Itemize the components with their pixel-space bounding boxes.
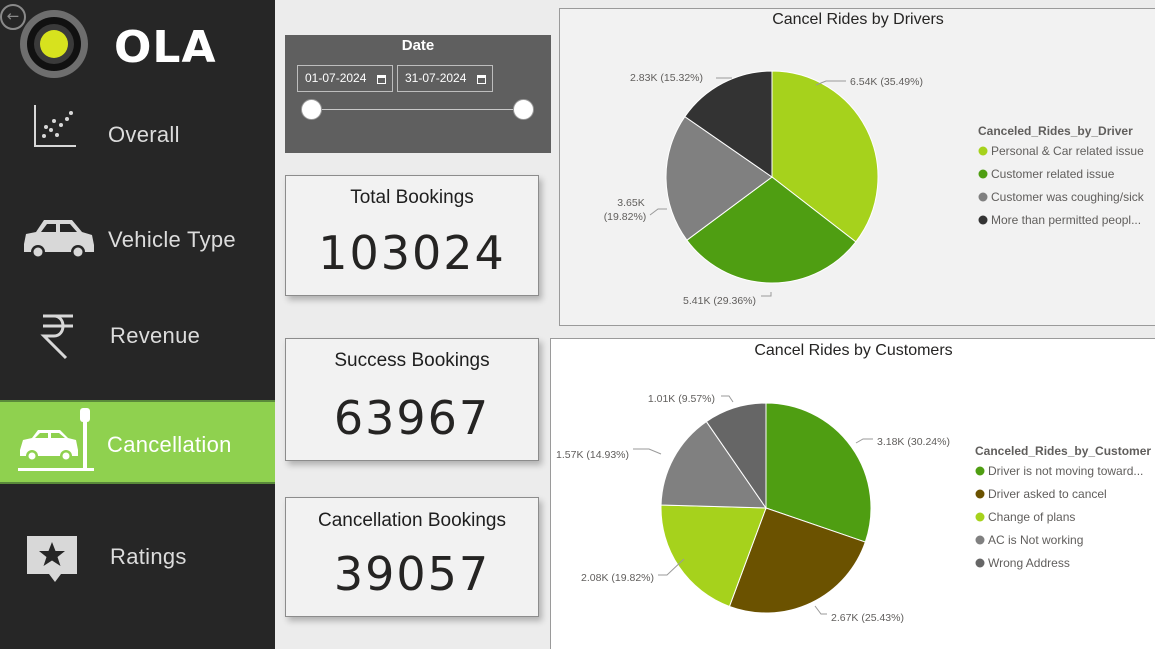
customers-pie-chart: 3.18K (30.24%) 2.67K (25.43%) 2.08K (19.82… [556, 393, 1151, 624]
leader-line [814, 605, 827, 615]
legend-item[interactable]: Customer was coughing/sick [991, 190, 1145, 204]
total-bookings-card: Total Bookings 103024 [285, 175, 539, 296]
legend-marker [975, 558, 985, 568]
legend-marker [978, 192, 988, 202]
calendar-icon[interactable] [377, 75, 386, 84]
success-bookings-card: Success Bookings 63967 [285, 338, 539, 461]
data-label: 5.41K (29.36%) [683, 295, 756, 307]
nav-overall[interactable]: Overall [0, 93, 275, 175]
date-range-end-handle[interactable] [513, 99, 534, 120]
nav-ratings[interactable]: Ratings [0, 514, 275, 596]
data-label: (19.82%) [604, 211, 647, 223]
legend-marker [975, 512, 985, 522]
legend-marker [978, 146, 988, 156]
legend-item[interactable]: Change of plans [988, 510, 1075, 524]
cancellation-bookings-card: Cancellation Bookings 39057 [285, 497, 539, 617]
calendar-icon[interactable] [477, 75, 486, 84]
data-label: 2.83K (15.32%) [630, 72, 703, 84]
legend-marker [975, 535, 985, 545]
data-label: 3.18K (30.24%) [877, 436, 950, 448]
nav-vehicle-type[interactable]: Vehicle Type [0, 198, 275, 280]
legend-item[interactable]: Customer related issue [991, 167, 1115, 181]
sidebar: ← OLA Overall Vehicle Type Revenue Cance… [0, 0, 275, 649]
data-label: 3.65K [617, 197, 644, 209]
date-range-start-handle[interactable] [301, 99, 322, 120]
nav-vehicle-type-label: Vehicle Type [108, 227, 236, 252]
cancellation-bookings-value: 39057 [333, 547, 491, 601]
data-label: 6.54K (35.49%) [850, 76, 923, 88]
nav-ratings-label: Ratings [110, 544, 187, 569]
legend-item[interactable]: Wrong Address [988, 556, 1070, 570]
drivers-chart-panel: Cancel Rides by Drivers 6.54K (35.49%) 5.… [559, 8, 1155, 326]
legend-marker [975, 466, 985, 476]
legend-item[interactable]: Personal & Car related issue [991, 144, 1144, 158]
customers-chart-panel: Cancel Rides by Customers 3.18K (30.24%)… [550, 338, 1155, 649]
nav-revenue-label: Revenue [110, 323, 201, 348]
leader-line [649, 208, 667, 216]
legend-title: Canceled_Rides_by_Driver [978, 124, 1133, 138]
nav-cancellation-label: Cancellation [107, 432, 232, 457]
legend-marker [978, 215, 988, 225]
drivers-pie-chart: 6.54K (35.49%) 5.41K (29.36%) 3.65K (19.82%… [604, 70, 1145, 307]
car-icon [24, 220, 94, 259]
cancellation-bookings-label: Cancellation Bookings [317, 510, 506, 531]
scatter-chart-icon [34, 105, 76, 147]
data-label: 1.57K (14.93%) [556, 449, 629, 461]
total-bookings-value: 103024 [318, 226, 506, 280]
end-date-value: 31-07-2024 [405, 71, 467, 85]
car-parking-meter-icon [18, 408, 94, 471]
legend-item[interactable]: Driver is not moving toward... [988, 464, 1143, 478]
logo-text: OLA [114, 22, 217, 73]
date-filter: Date 01-07-2024 31-07-2024 [285, 35, 551, 153]
total-bookings-label: Total Bookings [350, 187, 474, 208]
star-review-icon [27, 536, 77, 582]
leader-line [633, 448, 662, 455]
end-date-input[interactable]: 31-07-2024 [397, 65, 493, 92]
leader-line [855, 438, 873, 444]
ola-logo: OLA [18, 8, 218, 80]
data-label: 2.67K (25.43%) [831, 612, 904, 624]
date-filter-title: Date [401, 37, 435, 54]
success-bookings-value: 63967 [333, 391, 491, 445]
data-label: 2.08K (19.82%) [581, 572, 654, 584]
data-label: 1.01K (9.57%) [648, 393, 715, 405]
legend-item[interactable]: More than permitted peopl... [991, 213, 1141, 227]
rupee-icon [40, 314, 73, 360]
nav-revenue[interactable]: Revenue [0, 294, 275, 376]
date-range-track[interactable] [311, 109, 523, 110]
nav-cancellation[interactable]: Cancellation [0, 400, 275, 484]
legend-title: Canceled_Rides_by_Customer [975, 444, 1151, 458]
success-bookings-label: Success Bookings [334, 350, 490, 371]
start-date-value: 01-07-2024 [305, 71, 367, 85]
leader-line [761, 292, 772, 297]
nav-overall-label: Overall [108, 122, 180, 147]
ola-logo-mark [20, 10, 88, 78]
legend-marker [975, 489, 985, 499]
start-date-input[interactable]: 01-07-2024 [297, 65, 393, 92]
legend-marker [978, 169, 988, 179]
legend-item[interactable]: AC is Not working [988, 533, 1083, 547]
leader-line [721, 395, 734, 403]
legend-item[interactable]: Driver asked to cancel [988, 487, 1107, 501]
